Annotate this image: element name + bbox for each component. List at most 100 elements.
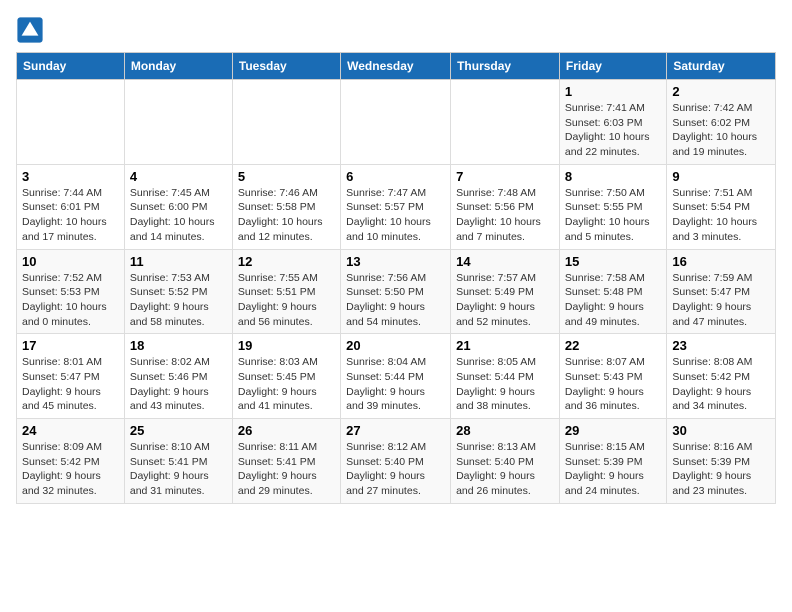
calendar-header: SundayMondayTuesdayWednesdayThursdayFrid… bbox=[17, 53, 776, 80]
day-detail: Sunrise: 8:16 AM Sunset: 5:39 PM Dayligh… bbox=[672, 440, 770, 499]
day-detail: Sunrise: 8:15 AM Sunset: 5:39 PM Dayligh… bbox=[565, 440, 661, 499]
day-detail: Sunrise: 8:03 AM Sunset: 5:45 PM Dayligh… bbox=[238, 355, 335, 414]
calendar-cell: 5 Sunrise: 7:46 AM Sunset: 5:58 PM Daylig… bbox=[232, 164, 340, 249]
day-number: 12 bbox=[238, 254, 335, 269]
calendar-cell: 10 Sunrise: 7:52 AM Sunset: 5:53 PM Dayli… bbox=[17, 249, 125, 334]
day-number: 6 bbox=[346, 169, 445, 184]
calendar-cell bbox=[451, 80, 560, 165]
day-number: 28 bbox=[456, 423, 554, 438]
day-number: 24 bbox=[22, 423, 119, 438]
calendar-cell: 17 Sunrise: 8:01 AM Sunset: 5:47 PM Dayli… bbox=[17, 334, 125, 419]
day-detail: Sunrise: 8:13 AM Sunset: 5:40 PM Dayligh… bbox=[456, 440, 554, 499]
day-detail: Sunrise: 7:52 AM Sunset: 5:53 PM Dayligh… bbox=[22, 271, 119, 330]
day-detail: Sunrise: 7:56 AM Sunset: 5:50 PM Dayligh… bbox=[346, 271, 445, 330]
day-number: 23 bbox=[672, 338, 770, 353]
day-detail: Sunrise: 7:45 AM Sunset: 6:00 PM Dayligh… bbox=[130, 186, 227, 245]
day-detail: Sunrise: 8:10 AM Sunset: 5:41 PM Dayligh… bbox=[130, 440, 227, 499]
day-number: 26 bbox=[238, 423, 335, 438]
day-detail: Sunrise: 8:05 AM Sunset: 5:44 PM Dayligh… bbox=[456, 355, 554, 414]
day-detail: Sunrise: 7:46 AM Sunset: 5:58 PM Dayligh… bbox=[238, 186, 335, 245]
calendar-cell: 9 Sunrise: 7:51 AM Sunset: 5:54 PM Daylig… bbox=[667, 164, 776, 249]
day-detail: Sunrise: 7:50 AM Sunset: 5:55 PM Dayligh… bbox=[565, 186, 661, 245]
calendar-cell bbox=[17, 80, 125, 165]
day-number: 13 bbox=[346, 254, 445, 269]
day-detail: Sunrise: 7:58 AM Sunset: 5:48 PM Dayligh… bbox=[565, 271, 661, 330]
calendar-cell bbox=[124, 80, 232, 165]
calendar-cell: 16 Sunrise: 7:59 AM Sunset: 5:47 PM Dayli… bbox=[667, 249, 776, 334]
calendar-cell bbox=[232, 80, 340, 165]
calendar-cell: 26Sunrise: 8:11 AM Sunset: 5:41 PM Dayli… bbox=[232, 419, 340, 504]
calendar-cell: 18 Sunrise: 8:02 AM Sunset: 5:46 PM Dayli… bbox=[124, 334, 232, 419]
weekday-header: Monday bbox=[124, 53, 232, 80]
calendar-week-row: 24Sunrise: 8:09 AM Sunset: 5:42 PM Dayli… bbox=[17, 419, 776, 504]
day-detail: Sunrise: 7:48 AM Sunset: 5:56 PM Dayligh… bbox=[456, 186, 554, 245]
calendar-cell: 11 Sunrise: 7:53 AM Sunset: 5:52 PM Dayli… bbox=[124, 249, 232, 334]
calendar-cell: 7 Sunrise: 7:48 AM Sunset: 5:56 PM Daylig… bbox=[451, 164, 560, 249]
logo-icon bbox=[16, 16, 44, 44]
day-detail: Sunrise: 8:12 AM Sunset: 5:40 PM Dayligh… bbox=[346, 440, 445, 499]
calendar-cell: 19 Sunrise: 8:03 AM Sunset: 5:45 PM Dayli… bbox=[232, 334, 340, 419]
calendar-week-row: 3 Sunrise: 7:44 AM Sunset: 6:01 PM Daylig… bbox=[17, 164, 776, 249]
day-number: 14 bbox=[456, 254, 554, 269]
calendar-cell: 3 Sunrise: 7:44 AM Sunset: 6:01 PM Daylig… bbox=[17, 164, 125, 249]
calendar-cell: 12Sunrise: 7:55 AM Sunset: 5:51 PM Dayli… bbox=[232, 249, 340, 334]
calendar-cell: 23 Sunrise: 8:08 AM Sunset: 5:42 PM Dayli… bbox=[667, 334, 776, 419]
day-number: 11 bbox=[130, 254, 227, 269]
day-detail: Sunrise: 8:08 AM Sunset: 5:42 PM Dayligh… bbox=[672, 355, 770, 414]
day-number: 25 bbox=[130, 423, 227, 438]
page-header bbox=[16, 16, 776, 44]
day-detail: Sunrise: 7:51 AM Sunset: 5:54 PM Dayligh… bbox=[672, 186, 770, 245]
logo bbox=[16, 16, 48, 44]
day-detail: Sunrise: 7:41 AM Sunset: 6:03 PM Dayligh… bbox=[565, 101, 661, 160]
day-number: 10 bbox=[22, 254, 119, 269]
day-number: 7 bbox=[456, 169, 554, 184]
weekday-header: Sunday bbox=[17, 53, 125, 80]
day-number: 9 bbox=[672, 169, 770, 184]
calendar-cell: 13 Sunrise: 7:56 AM Sunset: 5:50 PM Dayli… bbox=[341, 249, 451, 334]
day-detail: Sunrise: 7:44 AM Sunset: 6:01 PM Dayligh… bbox=[22, 186, 119, 245]
day-number: 5 bbox=[238, 169, 335, 184]
day-number: 1 bbox=[565, 84, 661, 99]
day-number: 18 bbox=[130, 338, 227, 353]
calendar-cell: 8 Sunrise: 7:50 AM Sunset: 5:55 PM Daylig… bbox=[559, 164, 666, 249]
day-number: 19 bbox=[238, 338, 335, 353]
calendar-week-row: 1 Sunrise: 7:41 AM Sunset: 6:03 PM Daylig… bbox=[17, 80, 776, 165]
calendar-week-row: 10 Sunrise: 7:52 AM Sunset: 5:53 PM Dayli… bbox=[17, 249, 776, 334]
day-number: 4 bbox=[130, 169, 227, 184]
calendar-cell: 20 Sunrise: 8:04 AM Sunset: 5:44 PM Dayli… bbox=[341, 334, 451, 419]
calendar-cell: 15 Sunrise: 7:58 AM Sunset: 5:48 PM Dayli… bbox=[559, 249, 666, 334]
calendar-cell: 30 Sunrise: 8:16 AM Sunset: 5:39 PM Dayli… bbox=[667, 419, 776, 504]
calendar-cell: 21 Sunrise: 8:05 AM Sunset: 5:44 PM Dayli… bbox=[451, 334, 560, 419]
calendar-cell: 1 Sunrise: 7:41 AM Sunset: 6:03 PM Daylig… bbox=[559, 80, 666, 165]
calendar-cell: 25 Sunrise: 8:10 AM Sunset: 5:41 PM Dayli… bbox=[124, 419, 232, 504]
day-number: 20 bbox=[346, 338, 445, 353]
calendar-cell: 28 Sunrise: 8:13 AM Sunset: 5:40 PM Dayli… bbox=[451, 419, 560, 504]
day-number: 16 bbox=[672, 254, 770, 269]
day-detail: Sunrise: 7:57 AM Sunset: 5:49 PM Dayligh… bbox=[456, 271, 554, 330]
day-number: 22 bbox=[565, 338, 661, 353]
day-number: 15 bbox=[565, 254, 661, 269]
calendar-cell: 14 Sunrise: 7:57 AM Sunset: 5:49 PM Dayli… bbox=[451, 249, 560, 334]
day-detail: Sunrise: 8:02 AM Sunset: 5:46 PM Dayligh… bbox=[130, 355, 227, 414]
day-detail: Sunrise: 7:47 AM Sunset: 5:57 PM Dayligh… bbox=[346, 186, 445, 245]
day-detail: Sunrise: 8:04 AM Sunset: 5:44 PM Dayligh… bbox=[346, 355, 445, 414]
day-number: 21 bbox=[456, 338, 554, 353]
day-detail: Sunrise: 7:59 AM Sunset: 5:47 PM Dayligh… bbox=[672, 271, 770, 330]
day-number: 27 bbox=[346, 423, 445, 438]
weekday-header: Tuesday bbox=[232, 53, 340, 80]
day-detail: Sunrise: 7:53 AM Sunset: 5:52 PM Dayligh… bbox=[130, 271, 227, 330]
weekday-header: Friday bbox=[559, 53, 666, 80]
day-number: 17 bbox=[22, 338, 119, 353]
calendar-cell bbox=[341, 80, 451, 165]
day-number: 3 bbox=[22, 169, 119, 184]
day-detail: Sunrise: 7:42 AM Sunset: 6:02 PM Dayligh… bbox=[672, 101, 770, 160]
day-number: 30 bbox=[672, 423, 770, 438]
calendar-cell: 27 Sunrise: 8:12 AM Sunset: 5:40 PM Dayli… bbox=[341, 419, 451, 504]
weekday-header: Thursday bbox=[451, 53, 560, 80]
day-detail: Sunrise: 8:01 AM Sunset: 5:47 PM Dayligh… bbox=[22, 355, 119, 414]
day-number: 8 bbox=[565, 169, 661, 184]
day-number: 2 bbox=[672, 84, 770, 99]
calendar-cell: 22 Sunrise: 8:07 AM Sunset: 5:43 PM Dayli… bbox=[559, 334, 666, 419]
day-detail: Sunrise: 8:07 AM Sunset: 5:43 PM Dayligh… bbox=[565, 355, 661, 414]
calendar-cell: 29Sunrise: 8:15 AM Sunset: 5:39 PM Dayli… bbox=[559, 419, 666, 504]
